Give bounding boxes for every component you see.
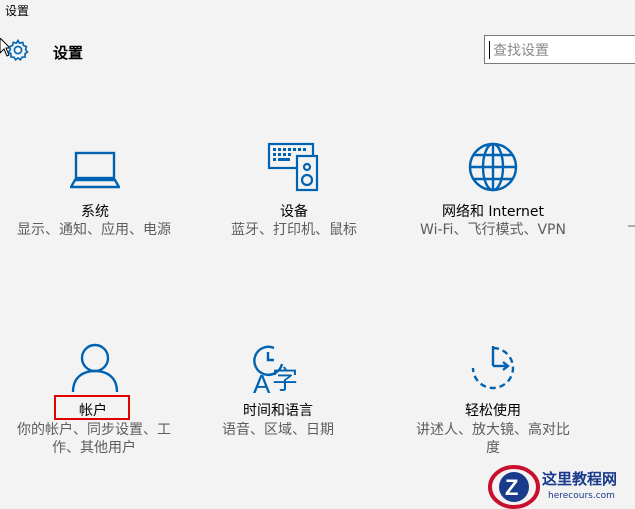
- tile-network[interactable]: 网络和 Internet Wi-Fi、飞行模式、VPN: [398, 140, 588, 270]
- svg-text:Z: Z: [505, 475, 518, 500]
- gear-icon: [7, 38, 29, 61]
- globe-icon: [468, 142, 518, 192]
- tile-devices[interactable]: 设备 蓝牙、打印机、鼠标: [199, 140, 389, 270]
- z-logo-icon: Z: [488, 465, 540, 509]
- devices-icon: [267, 142, 319, 192]
- search-input[interactable]: [491, 39, 635, 63]
- search-box[interactable]: [484, 35, 635, 64]
- tile-description: 语音、区域、日期: [222, 422, 334, 438]
- svg-text:字: 字: [272, 366, 298, 396]
- tile-label: 系统: [81, 204, 109, 220]
- tile-label: 设备: [280, 204, 308, 220]
- tile-ease-of-access[interactable]: 轻松使用 讲述人、放大镜、高对比度: [398, 340, 588, 465]
- svg-text:A: A: [253, 369, 271, 396]
- laptop-icon: [70, 151, 120, 189]
- ease-of-access-icon: [471, 346, 515, 390]
- person-icon: [71, 343, 119, 393]
- page-title: 设置: [53, 44, 84, 62]
- time-language-icon: A 字: [253, 345, 298, 396]
- tile-label: 网络和 Internet: [441, 204, 545, 220]
- edge-divider: [628, 225, 635, 227]
- tile-description: 显示、通知、应用、电源: [17, 222, 171, 238]
- tile-description: 蓝牙、打印机、鼠标: [231, 222, 357, 238]
- tile-description: 讲述人、放大镜、高对比度: [416, 422, 570, 456]
- tile-system[interactable]: 系统 显示、通知、应用、电源: [0, 140, 190, 270]
- window-title: 设置: [5, 4, 30, 18]
- watermark-url: herecours.com: [548, 491, 615, 501]
- tile-time-language[interactable]: A 字 时间和语言 语音、区域、日期: [183, 340, 373, 465]
- tile-description: 你的帐户、同步设置、工作、其他用户: [17, 422, 171, 456]
- highlight-box: [54, 395, 130, 420]
- watermark-logo: Z 这里教程网 herecours.com: [488, 464, 635, 509]
- tile-description: Wi-Fi、飞行模式、VPN: [420, 222, 566, 238]
- tile-label: 时间和语言: [243, 403, 313, 419]
- watermark-title: 这里教程网: [542, 470, 618, 488]
- text-caret: [489, 41, 490, 59]
- tile-label: 轻松使用: [465, 403, 521, 419]
